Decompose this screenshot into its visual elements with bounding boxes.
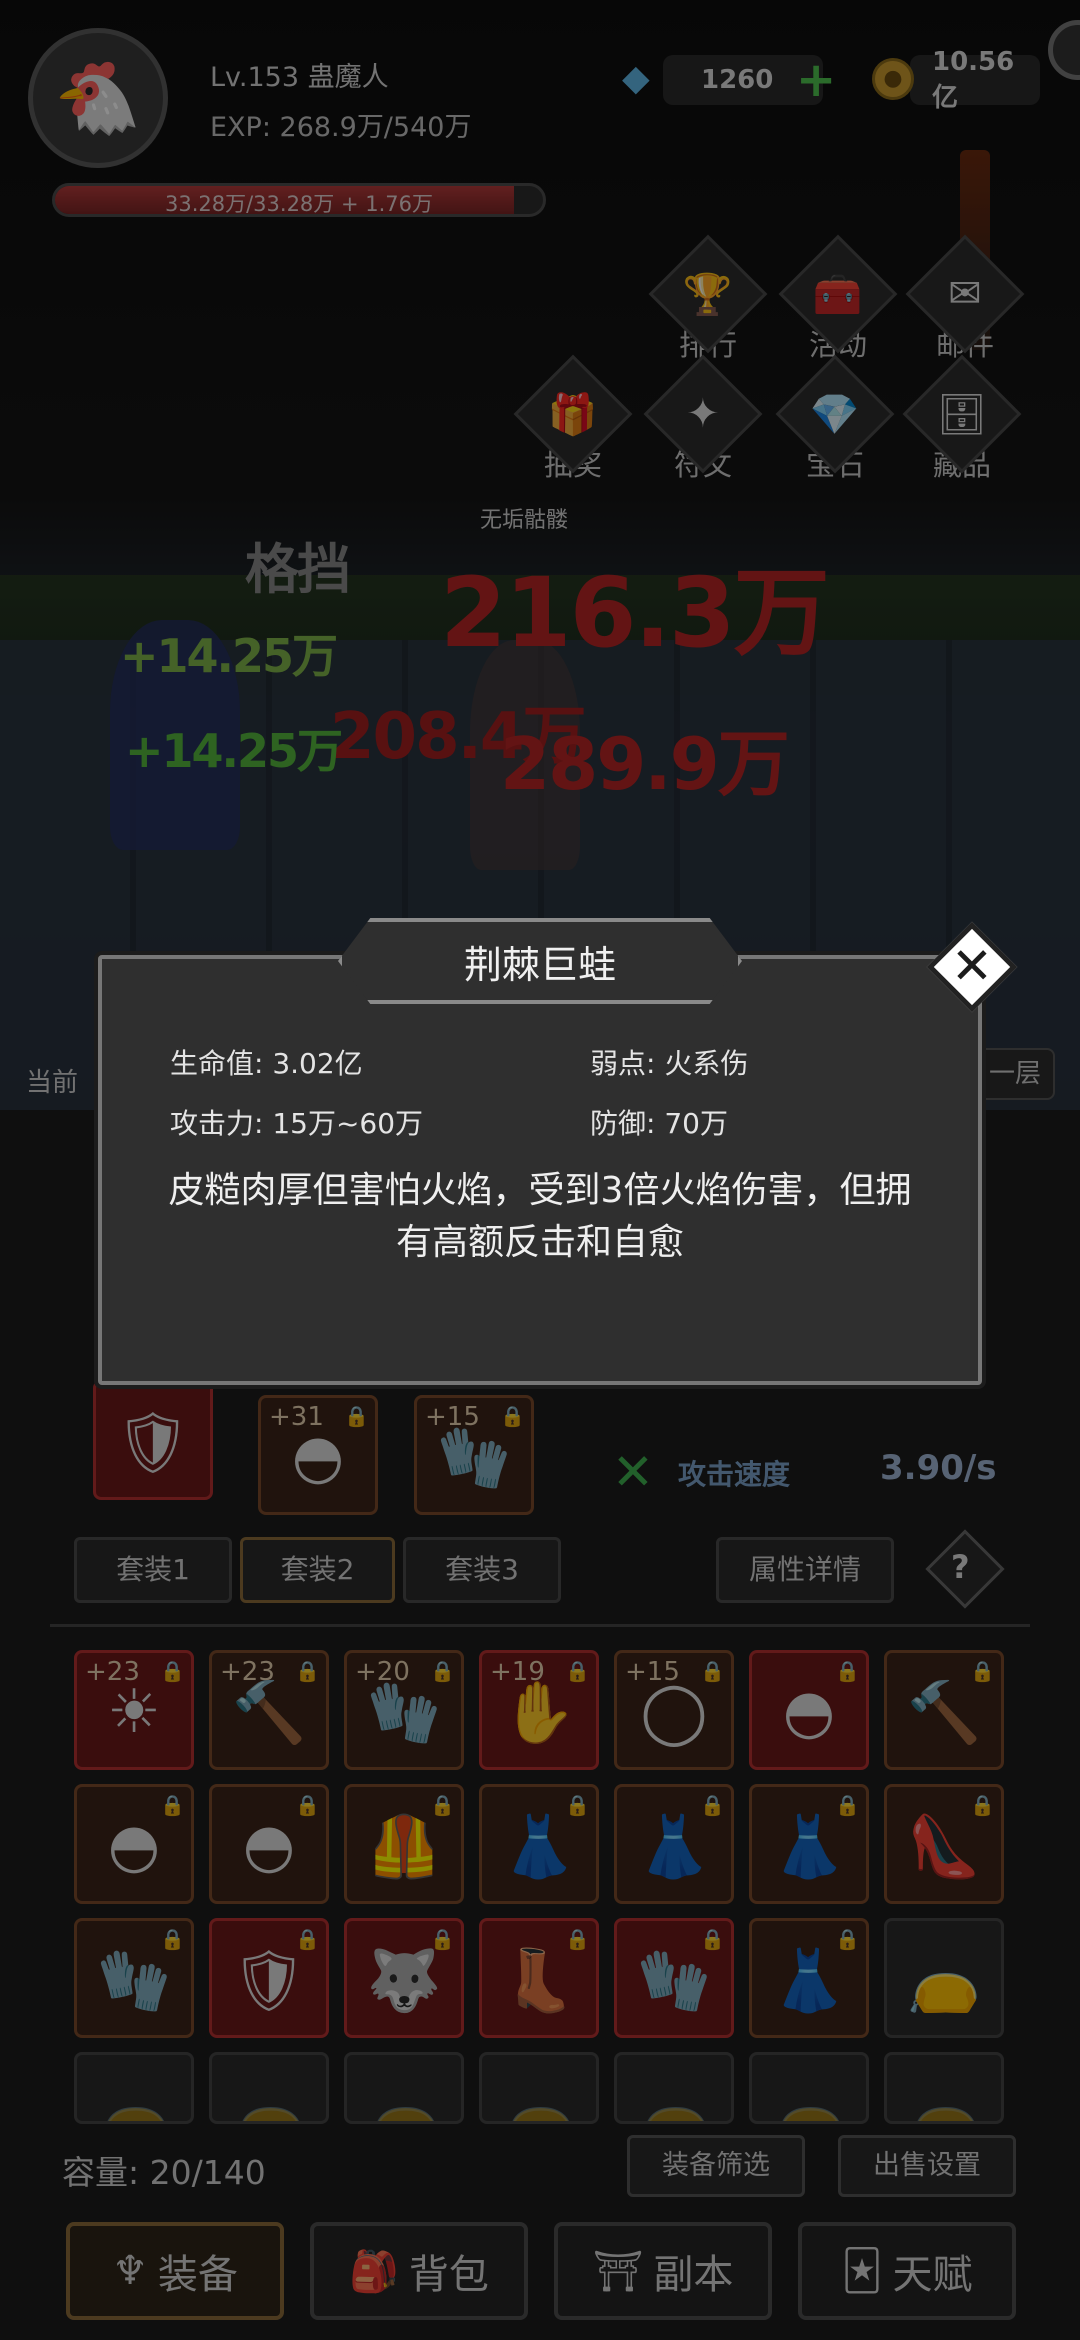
monster-weakness: 弱点: 火系伤 bbox=[590, 1047, 749, 1080]
modal-title: 荆棘巨蛙 bbox=[338, 918, 742, 1004]
monster-defense: 防御: 70万 bbox=[590, 1107, 728, 1140]
close-icon: ✕ bbox=[951, 937, 993, 995]
monster-description: 皮糙肉厚但害怕火焰，受到3倍火焰伤害，但拥有高额反击和自愈 bbox=[168, 1170, 912, 1263]
monster-attack: 攻击力: 15万~60万 bbox=[170, 1107, 424, 1140]
monster-hp: 生命值: 3.02亿 bbox=[170, 1047, 363, 1080]
